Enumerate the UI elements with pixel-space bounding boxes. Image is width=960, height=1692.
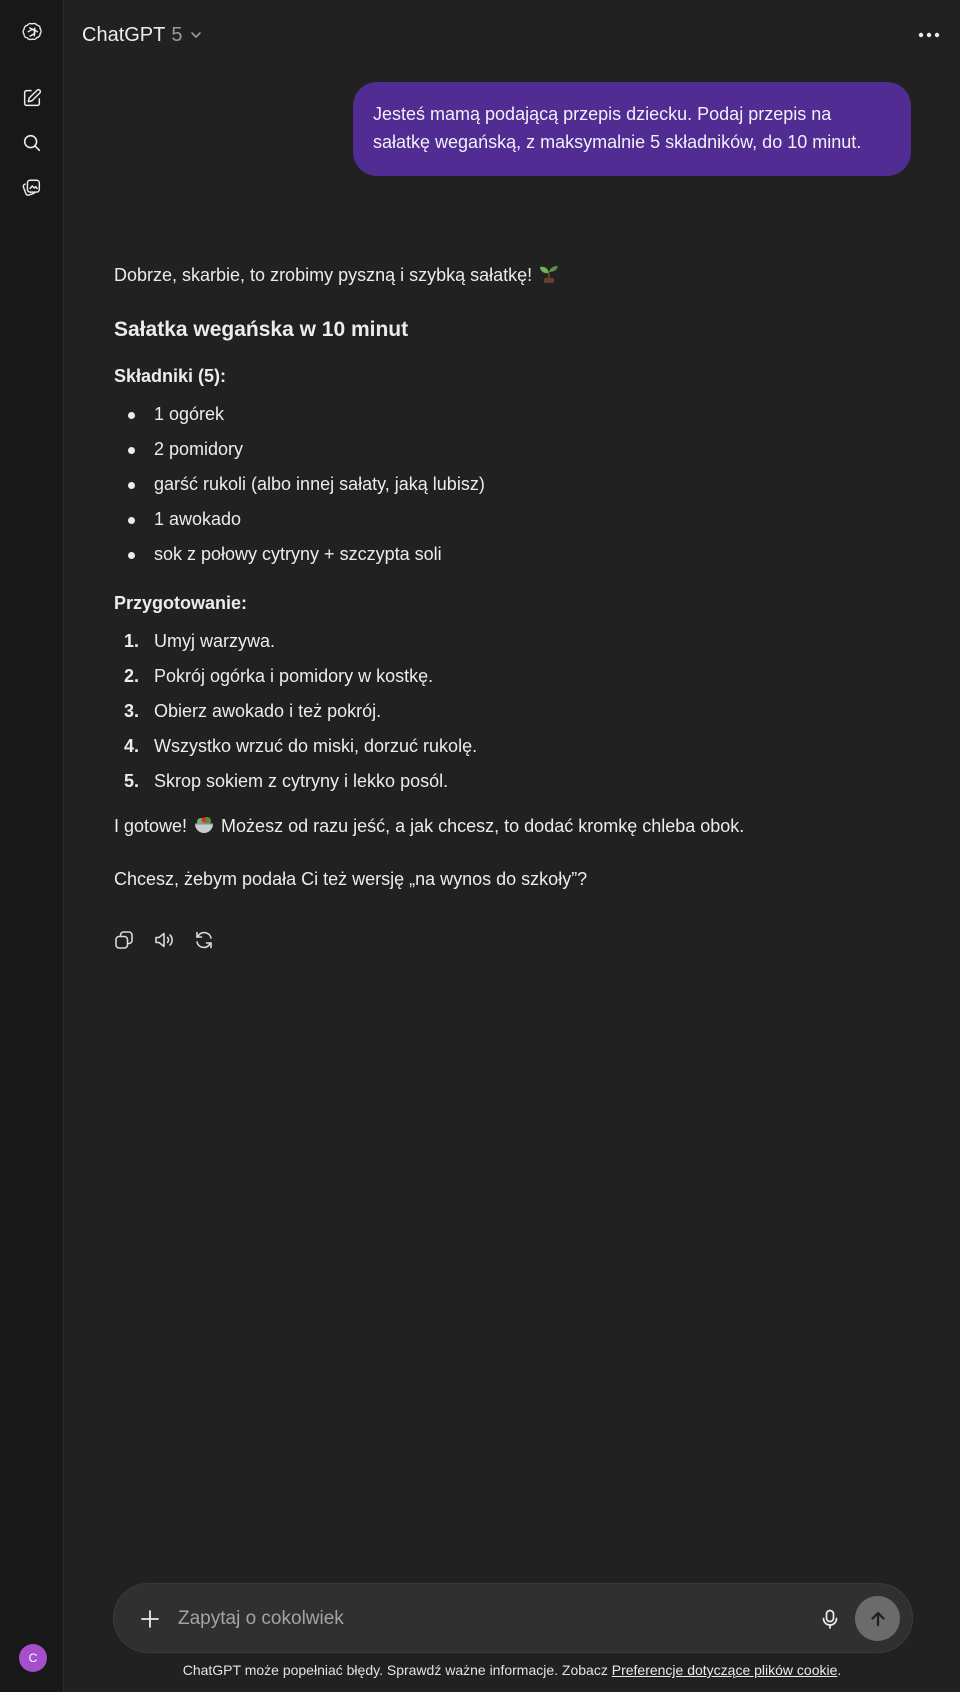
step-number: 5. xyxy=(124,771,140,791)
plus-icon xyxy=(141,1610,159,1628)
more-options-button[interactable] xyxy=(912,18,946,52)
library-icon xyxy=(22,179,41,196)
sidebar-rail: C xyxy=(0,0,64,1692)
arrow-up-icon xyxy=(870,1611,885,1626)
disclaimer-text: ChatGPT może popełniać błędy. Sprawdź wa… xyxy=(182,1662,608,1678)
chevron-down-icon xyxy=(191,32,202,38)
salad-icon xyxy=(193,813,215,844)
step-text: Umyj warzywa. xyxy=(154,631,276,651)
prompt-input[interactable] xyxy=(178,1604,738,1634)
composer xyxy=(113,1583,913,1653)
regenerate-icon xyxy=(196,931,212,949)
openai-logo-icon[interactable] xyxy=(12,12,52,52)
microphone-icon xyxy=(822,1609,838,1629)
assistant-outro: I gotowe! Możesz od razu jeść, a jak chc… xyxy=(114,811,914,844)
read-aloud-icon xyxy=(155,932,173,948)
recipe-title: Sałatka wegańska w 10 minut xyxy=(114,318,409,341)
steps-heading: Przygotowanie: xyxy=(114,593,248,613)
list-item: 1 awokado xyxy=(114,502,914,537)
seedling-icon xyxy=(538,262,560,293)
library-button[interactable] xyxy=(12,168,52,208)
user-message-bubble: Jesteś mamą podającą przepis dziecku. Po… xyxy=(353,82,911,176)
list-item: 4. Wszystko wrzuć do miski, dorzuć rukolę… xyxy=(114,729,914,764)
list-item: 2. Pokrój ogórka i pomidory w kostkę. xyxy=(114,659,914,694)
assistant-intro: Dobrze, skarbie, to zrobimy pyszną i szy… xyxy=(114,260,914,293)
assistant-message: Dobrze, skarbie, to zrobimy pyszną i szy… xyxy=(114,260,914,956)
step-text: Skrop sokiem z cytryny i lekko posól. xyxy=(154,771,449,791)
ingredients-list: 1 ogórek 2 pomidory garść rukoli (albo i… xyxy=(114,397,914,572)
step-number: 2. xyxy=(124,666,140,686)
search-button[interactable] xyxy=(12,123,52,163)
list-item: 1 ogórek xyxy=(114,397,914,432)
intro-text: Dobrze, skarbie, to zrobimy pyszną i szy… xyxy=(114,265,533,285)
step-number: 4. xyxy=(124,736,140,756)
disclaimer-suffix: . xyxy=(837,1662,842,1678)
copy-button[interactable] xyxy=(108,924,140,956)
list-item: 5. Skrop sokiem z cytryny i lekko posól. xyxy=(114,764,914,799)
footer-disclaimer: ChatGPT może popełniać błędy. Sprawdź wa… xyxy=(64,1662,960,1678)
send-button[interactable] xyxy=(855,1596,900,1641)
step-text: Obierz awokado i też pokrój. xyxy=(154,701,382,721)
message-actions xyxy=(108,924,914,956)
cookie-preferences-link[interactable]: Preferencje dotyczące plików cookie xyxy=(612,1662,838,1678)
outro-prefix: I gotowe! xyxy=(114,816,188,836)
copy-icon xyxy=(115,931,133,949)
new-chat-button[interactable] xyxy=(12,78,52,118)
more-horizontal-icon xyxy=(918,32,940,38)
new-chat-icon xyxy=(23,88,42,107)
ingredients-heading: Składniki (5): xyxy=(114,366,227,386)
assistant-question: Chcesz, żebym podała Ci też wersję „na w… xyxy=(114,869,588,889)
step-number: 3. xyxy=(124,701,140,721)
search-icon xyxy=(23,134,41,152)
user-message-text: Jesteś mamą podającą przepis dziecku. Po… xyxy=(373,104,862,152)
list-item: 3. Obierz awokado i też pokrój. xyxy=(114,694,914,729)
model-version: 5 xyxy=(171,23,183,46)
list-item: 1. Umyj warzywa. xyxy=(114,624,914,659)
read-aloud-button[interactable] xyxy=(148,924,180,956)
user-avatar[interactable]: C xyxy=(19,1644,47,1672)
model-selector[interactable]: ChatGPT 5 xyxy=(82,20,204,50)
attach-button[interactable] xyxy=(134,1603,166,1635)
list-item: garść rukoli (albo innej sałaty, jaką lu… xyxy=(114,467,914,502)
steps-list: 1. Umyj warzywa. 2. Pokrój ogórka i pomido… xyxy=(114,624,914,799)
step-text: Wszystko wrzuć do miski, dorzuć rukolę. xyxy=(154,736,478,756)
step-number: 1. xyxy=(124,631,140,651)
list-item: 2 pomidory xyxy=(114,432,914,467)
dictate-button[interactable] xyxy=(814,1603,846,1635)
list-item: sok z połowy cytryny + szczypta soli xyxy=(114,537,914,572)
top-bar: ChatGPT 5 xyxy=(64,0,960,70)
step-text: Pokrój ogórka i pomidory w kostkę. xyxy=(154,666,434,686)
outro-suffix: Możesz od razu jeść, a jak chcesz, to do… xyxy=(221,816,745,836)
model-name: ChatGPT xyxy=(82,23,166,46)
regenerate-button[interactable] xyxy=(188,924,220,956)
